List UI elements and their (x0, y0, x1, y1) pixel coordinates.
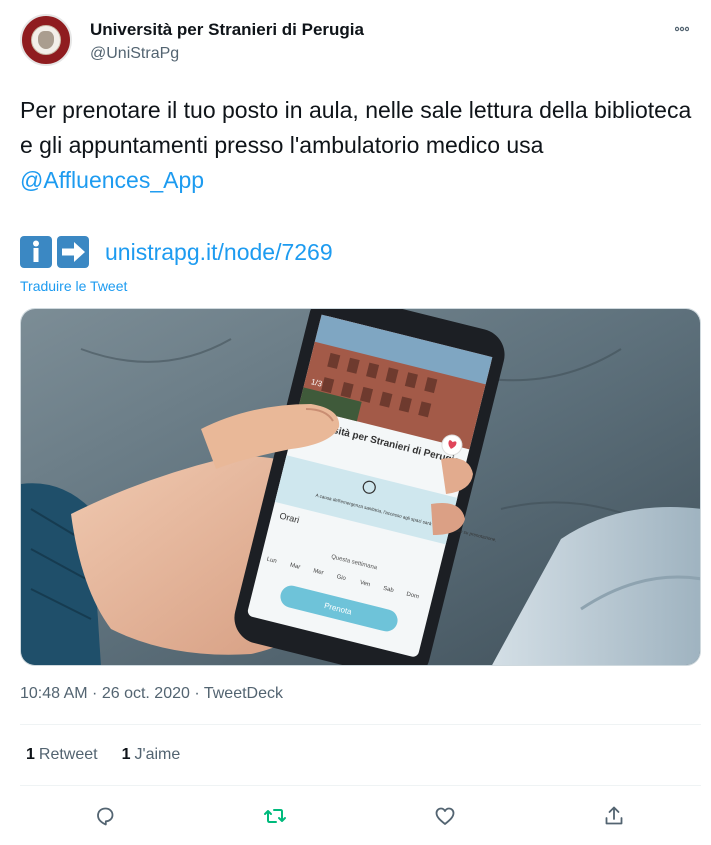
likes-stat[interactable]: 1 J'aime (122, 746, 181, 764)
tweet-time[interactable]: 10:48 AM (20, 685, 88, 702)
avatar-emblem (38, 31, 54, 49)
avatar[interactable] (20, 14, 72, 66)
photo-hand-holding-phone: 1/3 Università per Stranieri di Perugia … (21, 309, 700, 665)
tweet-body: Per prenotare il tuo posto in aula, nell… (20, 97, 692, 158)
tweet-actions (20, 796, 701, 836)
meta-separator: · (87, 685, 102, 702)
reply-icon[interactable] (91, 802, 119, 830)
divider (20, 724, 701, 725)
tweet-text: Per prenotare il tuo posto in aula, nell… (20, 93, 700, 198)
retweets-count: 1 (26, 746, 35, 763)
link-line: unistrapg.it/node/7269 (20, 234, 333, 270)
heart-icon[interactable] (431, 802, 459, 830)
likes-count: 1 (121, 746, 131, 763)
tweet-meta: 10:48 AM · 26 oct. 2020 · TweetDeck (20, 685, 283, 703)
information-emoji-icon (20, 236, 52, 268)
tweet-stats: 1 Retweet 1 J'aime (26, 746, 180, 764)
translate-tweet-link[interactable]: Traduire le Tweet (20, 278, 127, 294)
divider (20, 785, 701, 786)
user-name[interactable]: Università per Stranieri di Perugia (90, 20, 364, 40)
likes-label: J'aime (134, 746, 181, 763)
right-arrow-emoji-icon (57, 236, 89, 268)
retweets-label: Retweet (38, 746, 98, 763)
tweet-photo[interactable]: 1/3 Università per Stranieri di Perugia … (20, 308, 701, 666)
tweet-header: Università per Stranieri di Perugia @Uni… (20, 12, 691, 72)
retweet-icon[interactable] (261, 802, 289, 830)
more-icon[interactable] (674, 20, 690, 36)
share-icon[interactable] (600, 802, 628, 830)
tweet-url-link[interactable]: unistrapg.it/node/7269 (105, 239, 333, 266)
user-handle[interactable]: @UniStraPg (90, 45, 179, 63)
tweet-source[interactable]: TweetDeck (204, 685, 283, 702)
mention-link[interactable]: @Affluences_App (20, 167, 204, 193)
meta-separator: · (189, 685, 204, 702)
retweets-stat[interactable]: 1 Retweet (26, 746, 98, 764)
tweet-date[interactable]: 26 oct. 2020 (102, 685, 190, 702)
